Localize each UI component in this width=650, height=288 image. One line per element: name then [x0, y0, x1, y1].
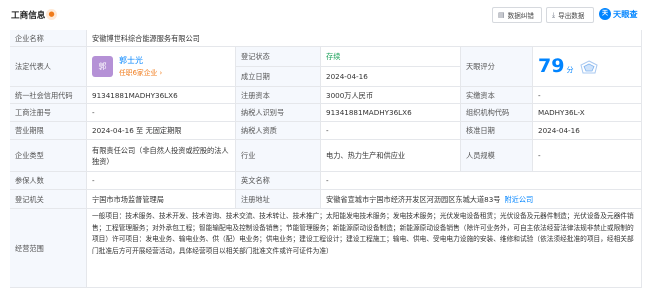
legal-rep-companies-link[interactable]: 任职6家企业 › — [119, 68, 162, 79]
score-label: 天眼评分 — [461, 47, 533, 87]
logo-text: 天眼查 — [613, 9, 638, 19]
data-correction-button[interactable]: ▤ 数据纠错 — [492, 7, 542, 23]
data-correction-label: 数据纠错 — [507, 12, 534, 20]
company-name-value: 安徽博世科综合能源服务有限公司 — [87, 30, 642, 47]
est-date-label: 成立日期 — [236, 67, 321, 87]
reg-no-label: 工商注册号 — [10, 104, 87, 122]
term-value: 2024-04-16 至 无固定期限 — [87, 122, 236, 140]
insured-value: - — [87, 172, 236, 190]
paid-capital-label: 实缴资本 — [461, 87, 533, 104]
reg-capital-value: 3000万人民币 — [321, 87, 461, 104]
company-name-label: 企业名称 — [10, 30, 87, 47]
address-label: 注册地址 — [236, 190, 321, 209]
company-type-value: 有限责任公司（非自然人投资或控股的法人独资） — [87, 140, 236, 172]
reg-no-value: - — [87, 104, 236, 122]
term-label: 营业期限 — [10, 122, 87, 140]
logo-mark-icon: 天 — [599, 8, 611, 20]
business-info-table: 企业名称 安徽博世科综合能源服务有限公司 法定代表人 郭 郭士光 任职6家企业 … — [10, 30, 642, 288]
est-date-value: 2024-04-16 — [321, 67, 461, 87]
staff-size-value: - — [533, 140, 642, 172]
download-icon: ⤓ — [552, 10, 556, 19]
approve-date-value: 2024-04-16 — [533, 122, 642, 140]
taxpayer-qual-label: 纳税人资质 — [236, 122, 321, 140]
address-cell: 安徽省宣城市宁国市经济开发区河沥园区东城大道83号 附近公司 — [321, 190, 642, 209]
reg-authority-value: 宁国市市场监督管理局 — [87, 190, 236, 209]
score-value: 79 — [538, 55, 565, 77]
approve-date-label: 核准日期 — [461, 122, 533, 140]
industry-label: 行业 — [236, 140, 321, 172]
scope-value: 一般项目：技术服务、技术开发、技术咨询、技术交流、技术转让、技术推广；太阳能发电… — [87, 209, 642, 288]
legal-rep-label: 法定代表人 — [10, 47, 87, 87]
staff-size-label: 人员规模 — [461, 140, 533, 172]
reg-capital-label: 注册资本 — [236, 87, 321, 104]
credit-code-label: 统一社会信用代码 — [10, 87, 87, 104]
legal-rep-cell[interactable]: 郭 郭士光 任职6家企业 › — [87, 47, 236, 87]
english-name-value: - — [321, 172, 642, 190]
section-header: 工商信息 ● ▤ 数据纠错 ⤓ 导出数据 天 天眼查 — [0, 0, 650, 30]
tianyancha-logo: 天 天眼查 — [599, 8, 638, 20]
company-type-label: 企业类型 — [10, 140, 87, 172]
insured-label: 参保人数 — [10, 172, 87, 190]
org-code-label: 组织机构代码 — [461, 104, 533, 122]
taxpayer-qual-value: - — [321, 122, 461, 140]
tax-id-value: 91341881MADHY36LX6 — [321, 104, 461, 122]
industry-value: 电力、热力生产和供应业 — [321, 140, 461, 172]
reg-status-label: 登记状态 — [236, 47, 321, 67]
section-title: 工商信息 — [11, 11, 46, 21]
export-data-button[interactable]: ⤓ 导出数据 — [546, 7, 594, 23]
edit-icon: ▤ — [498, 11, 505, 19]
address-value: 安徽省宣城市宁国市经济开发区河沥园区东城大道83号 — [326, 194, 501, 204]
info-badge-icon[interactable]: ● — [46, 9, 57, 20]
credit-code-value: 91341881MADHY36LX6 — [87, 87, 236, 104]
org-code-value: MADHY36L-X — [533, 104, 642, 122]
tax-id-label: 纳税人识别号 — [236, 104, 321, 122]
score-chart-icon — [580, 59, 599, 73]
score-cell[interactable]: 79 分 — [533, 47, 642, 87]
paid-capital-value: - — [533, 87, 642, 104]
legal-rep-name-link[interactable]: 郭士光 — [119, 55, 162, 66]
nearby-companies-link[interactable]: 附近公司 — [504, 194, 533, 205]
export-data-label: 导出数据 — [558, 12, 585, 20]
avatar: 郭 — [92, 56, 113, 77]
score-unit: 分 — [566, 66, 574, 74]
english-name-label: 英文名称 — [236, 172, 321, 190]
reg-authority-label: 登记机关 — [10, 190, 87, 209]
scope-label: 经营范围 — [10, 209, 87, 288]
reg-status-value: 存续 — [321, 47, 461, 67]
